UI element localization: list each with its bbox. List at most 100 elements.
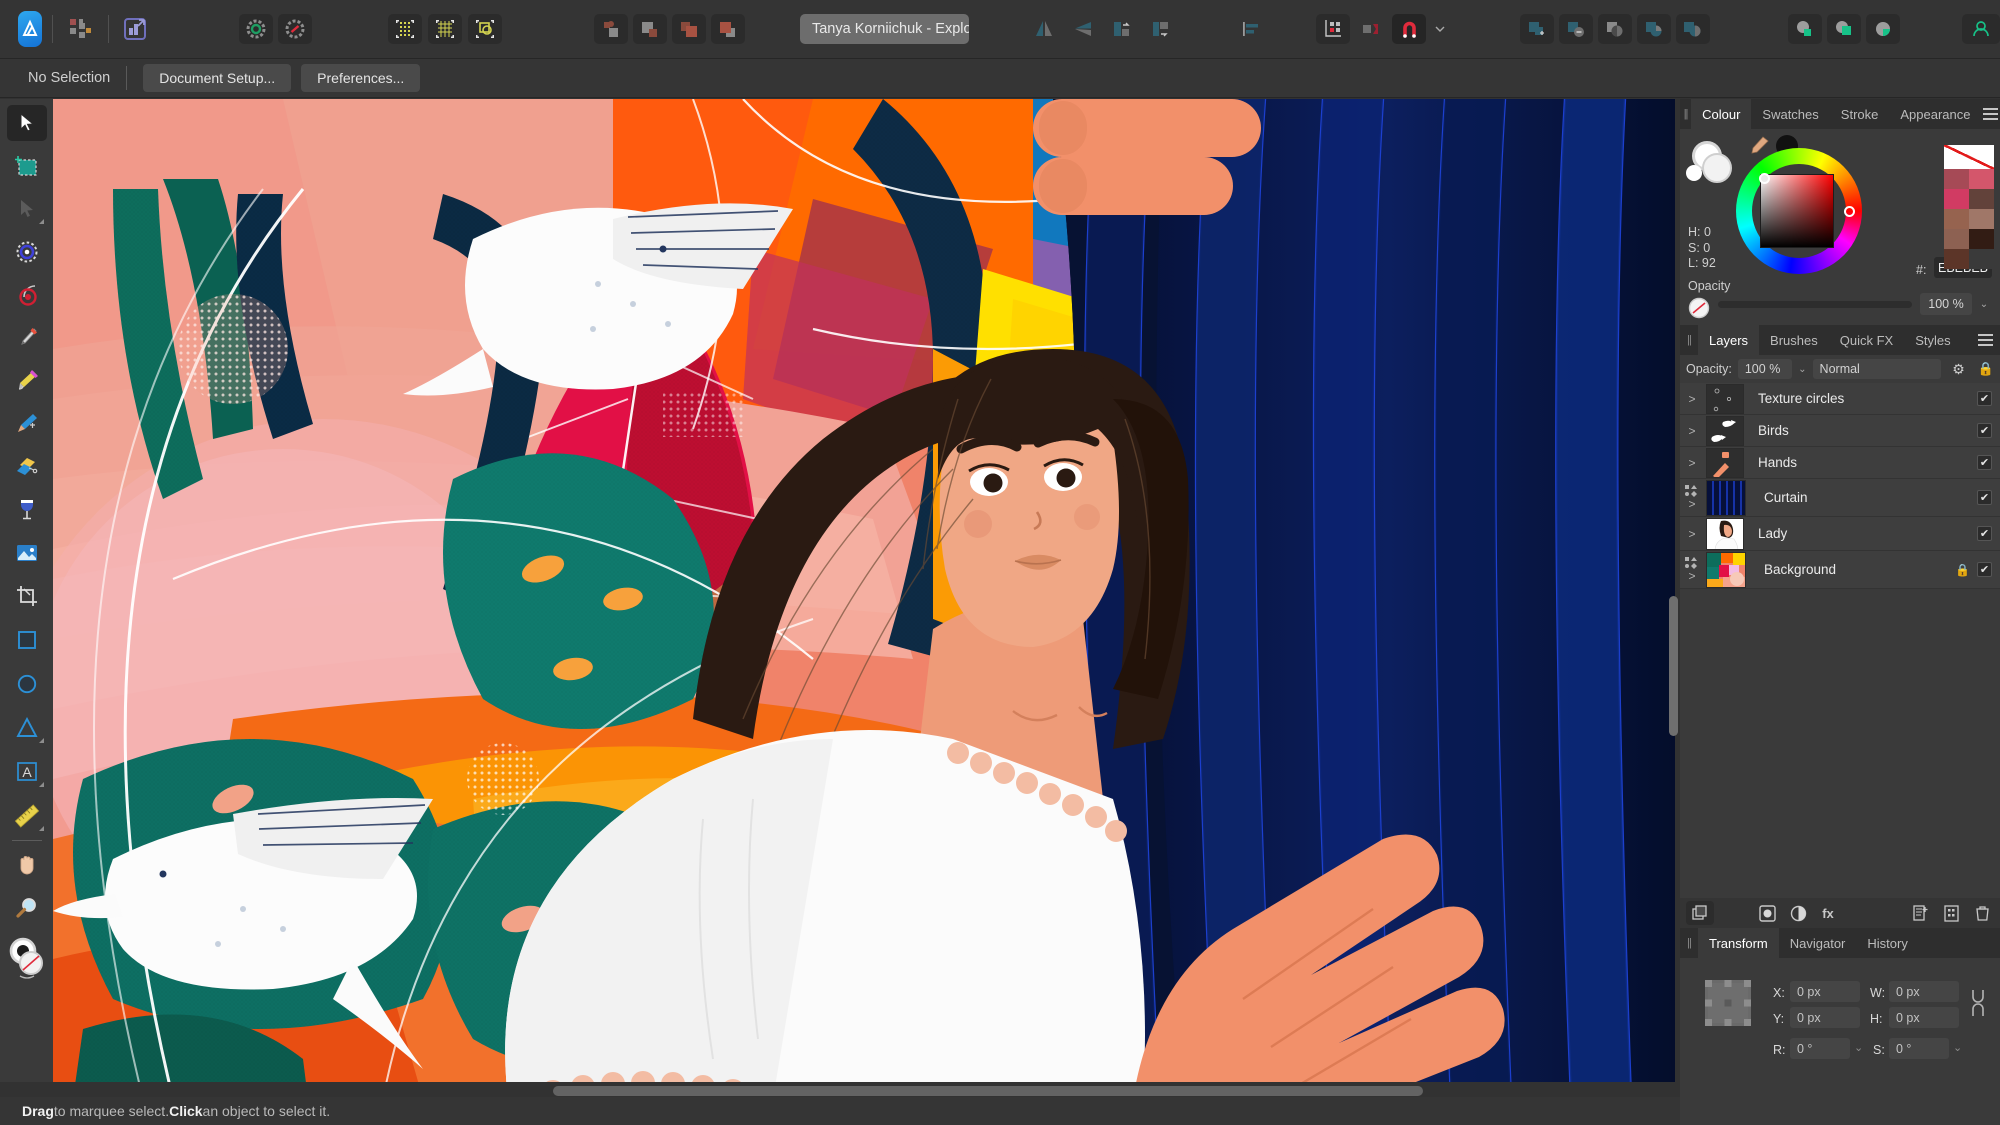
swatch-6[interactable] bbox=[1944, 229, 1969, 249]
tab-brushes[interactable]: Brushes bbox=[1759, 325, 1829, 355]
opacity-slider[interactable] bbox=[1718, 301, 1912, 308]
horizontal-scrollbar-thumb[interactable] bbox=[553, 1086, 1423, 1096]
add-effects-button[interactable]: fx bbox=[1815, 902, 1841, 924]
pixel-preview-icon[interactable] bbox=[468, 14, 502, 44]
pen-tool[interactable] bbox=[7, 320, 47, 356]
rotation-chevron-down-icon[interactable]: ⌄ bbox=[1854, 1041, 1863, 1054]
transform-anchor-proxy[interactable] bbox=[1705, 980, 1751, 1026]
transparency-tool[interactable] bbox=[7, 492, 47, 528]
node-tool[interactable] bbox=[7, 191, 47, 227]
opacity-none-icon[interactable] bbox=[1688, 297, 1710, 319]
layer-expand-lady[interactable]: > bbox=[1680, 517, 1704, 550]
tab-transform[interactable]: Transform bbox=[1698, 928, 1779, 958]
corner-tool[interactable] bbox=[7, 234, 47, 270]
layer-expand-hands[interactable]: > bbox=[1680, 447, 1704, 478]
swatch-3[interactable] bbox=[1969, 189, 1994, 209]
stroke-swatch[interactable] bbox=[1702, 153, 1732, 183]
fill-stroke-swatch[interactable] bbox=[1686, 139, 1742, 187]
swatch-2[interactable] bbox=[1944, 189, 1969, 209]
saturation-lightness-box[interactable] bbox=[1760, 174, 1834, 248]
layer-disclosure-curtain[interactable]: > bbox=[1688, 497, 1695, 511]
export-persona-icon[interactable] bbox=[119, 14, 153, 44]
snapping-options-icon[interactable] bbox=[1354, 14, 1388, 44]
ellipse-tool[interactable] bbox=[7, 666, 47, 702]
swatch-8[interactable] bbox=[1944, 249, 1969, 269]
opacity-value[interactable]: 100 % bbox=[1920, 293, 1972, 315]
move-tool[interactable] bbox=[7, 105, 47, 141]
assets-icon[interactable] bbox=[64, 14, 98, 44]
swatch-5[interactable] bbox=[1969, 209, 1994, 229]
layer-expand-curtain[interactable]: > bbox=[1680, 479, 1704, 516]
sl-knob[interactable] bbox=[1759, 173, 1770, 184]
hue-knob[interactable] bbox=[1844, 206, 1855, 217]
layer-row-texture-circles[interactable]: > Texture circles ✔ bbox=[1680, 383, 2000, 415]
document-setup-button[interactable]: Document Setup... bbox=[143, 64, 291, 92]
layer-row-lady[interactable]: > Lady ✔ bbox=[1680, 517, 2000, 551]
measure-tool[interactable] bbox=[7, 798, 47, 834]
layer-visibility-curtain[interactable]: ✔ bbox=[1977, 490, 1992, 505]
add-pixel-layer-button[interactable] bbox=[1938, 902, 1964, 924]
layer-row-hands[interactable]: > Hands ✔ bbox=[1680, 447, 2000, 479]
grid-settings-icon[interactable] bbox=[428, 14, 462, 44]
add-layer-button[interactable] bbox=[1907, 902, 1933, 924]
move-to-back-icon[interactable] bbox=[633, 14, 667, 44]
document-title[interactable]: Tanya Korniichuk - Explore Your Mind (15… bbox=[800, 14, 969, 44]
add-adjustment-button[interactable] bbox=[1785, 902, 1811, 924]
layer-lock-icon[interactable]: 🔒 bbox=[1978, 361, 1994, 377]
rectangle-tool[interactable] bbox=[7, 622, 47, 658]
geometry-subtract-icon[interactable] bbox=[1559, 14, 1593, 44]
layer-row-birds[interactable]: > Birds ✔ bbox=[1680, 415, 2000, 447]
account-icon[interactable] bbox=[1962, 14, 2000, 44]
triangle-tool[interactable] bbox=[7, 710, 47, 746]
artistic-text-tool[interactable]: A bbox=[7, 754, 47, 790]
layer-disclosure-background[interactable]: > bbox=[1688, 569, 1695, 583]
tab-quick-fx[interactable]: Quick FX bbox=[1829, 325, 1904, 355]
tab-layers[interactable]: Layers bbox=[1698, 325, 1759, 355]
opacity-chevron-down-icon[interactable]: ⌄ bbox=[1974, 293, 1994, 315]
view-tool[interactable] bbox=[7, 847, 47, 883]
fill-stroke-selector[interactable] bbox=[7, 934, 47, 982]
geometry-combine-icon[interactable] bbox=[1676, 14, 1710, 44]
rotation-field[interactable]: 0 ° bbox=[1790, 1038, 1850, 1059]
x-field[interactable]: 0 px bbox=[1790, 981, 1860, 1002]
layer-expand-birds[interactable]: > bbox=[1680, 415, 1704, 446]
delete-layer-button[interactable] bbox=[1969, 902, 1995, 924]
show-grid-icon[interactable] bbox=[388, 14, 422, 44]
pencil-tool[interactable] bbox=[7, 363, 47, 399]
geometry-intersect-icon[interactable] bbox=[1598, 14, 1632, 44]
tab-appearance[interactable]: Appearance bbox=[1889, 99, 1981, 129]
colour-panel-menu-icon[interactable] bbox=[1981, 99, 2000, 129]
layer-stack-button[interactable] bbox=[1686, 901, 1714, 925]
geometry-add-icon[interactable] bbox=[1520, 14, 1554, 44]
rotate-ccw-icon[interactable] bbox=[1105, 14, 1139, 44]
blend-mode-field[interactable]: Normal bbox=[1813, 359, 1941, 379]
affinity-designer-logo[interactable] bbox=[18, 11, 42, 47]
horizontal-scrollbar[interactable] bbox=[53, 1085, 1675, 1097]
move-to-front-icon[interactable] bbox=[711, 14, 745, 44]
tab-colour[interactable]: Colour bbox=[1691, 99, 1751, 129]
clip-icon[interactable] bbox=[1827, 14, 1861, 44]
shape-builder-tool[interactable] bbox=[7, 277, 47, 313]
panel-grip-colour[interactable]: || bbox=[1680, 99, 1691, 129]
layer-settings-gear-icon[interactable]: ⚙ bbox=[1952, 361, 1965, 378]
swatch-none[interactable] bbox=[1944, 145, 1994, 169]
flip-horizontal-icon[interactable] bbox=[1027, 14, 1061, 44]
colour-picker-icon[interactable] bbox=[1748, 135, 1770, 155]
place-image-tool[interactable] bbox=[7, 535, 47, 571]
tab-stroke[interactable]: Stroke bbox=[1830, 99, 1890, 129]
shear-field[interactable]: 0 ° bbox=[1889, 1038, 1949, 1059]
document-canvas[interactable] bbox=[53, 99, 1675, 1082]
h-field[interactable]: 0 px bbox=[1889, 1007, 1959, 1028]
layer-opacity-field[interactable]: 100 % bbox=[1738, 359, 1792, 379]
flip-vertical-icon[interactable] bbox=[1066, 14, 1100, 44]
swatch-9[interactable] bbox=[1969, 249, 1994, 269]
layer-visibility-lady[interactable]: ✔ bbox=[1977, 526, 1992, 541]
tab-navigator[interactable]: Navigator bbox=[1779, 928, 1857, 958]
align-left-icon[interactable] bbox=[1234, 14, 1268, 44]
link-ratio-icon[interactable] bbox=[1968, 988, 1988, 1018]
magnet-snapping-icon[interactable] bbox=[1392, 14, 1426, 44]
layer-expand-background[interactable]: > bbox=[1680, 551, 1704, 588]
artboard-tool[interactable] bbox=[7, 148, 47, 184]
crop-tool[interactable] bbox=[7, 578, 47, 614]
preferences-button[interactable]: Preferences... bbox=[301, 64, 420, 92]
